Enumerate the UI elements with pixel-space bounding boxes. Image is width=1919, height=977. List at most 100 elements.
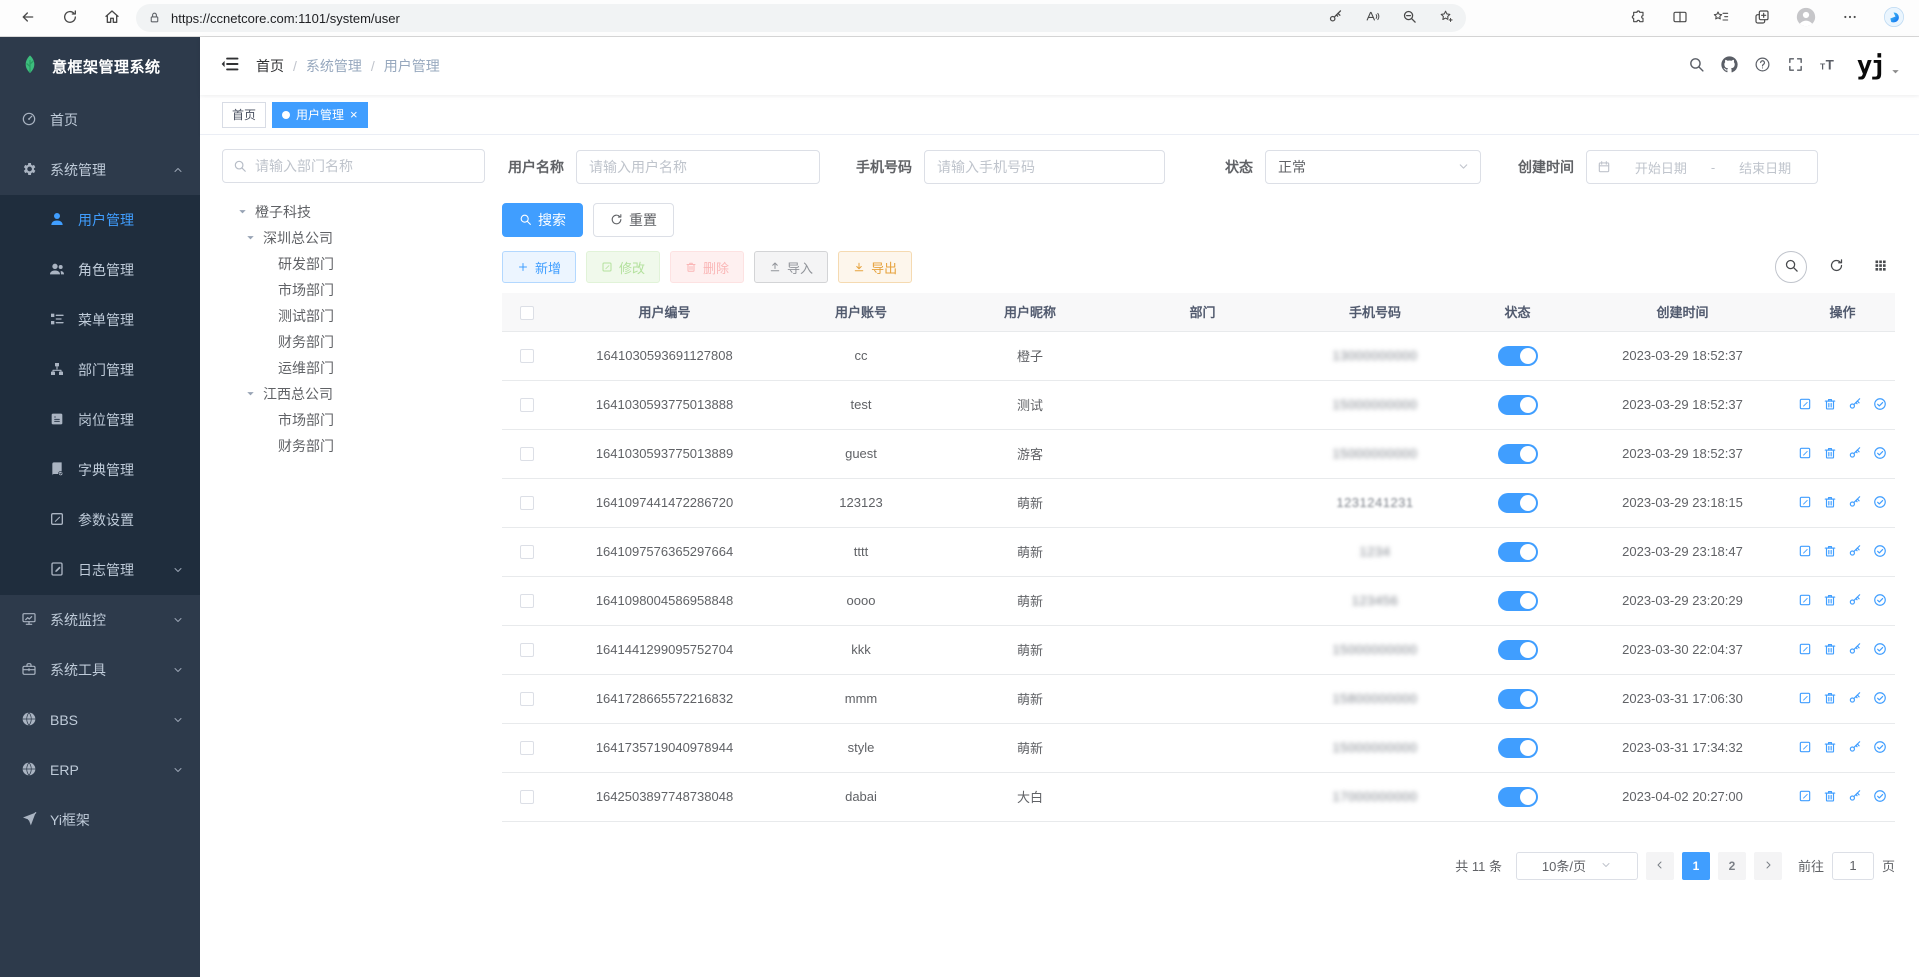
row-checkbox[interactable] [520,496,534,510]
breadcrumb-item[interactable]: 首页 [256,56,284,76]
row-checkbox[interactable] [520,643,534,657]
tree-node[interactable]: 市场部门 [222,277,485,303]
github-link[interactable] [1721,56,1738,76]
row-checkbox[interactable] [520,692,534,706]
row-checkbox[interactable] [520,447,534,461]
delete-button[interactable] [1823,740,1837,756]
search-button[interactable] [1688,56,1705,76]
edit-button[interactable] [1798,642,1812,658]
row-checkbox[interactable] [520,790,534,804]
collections-icon[interactable] [1754,9,1770,28]
select-all-checkbox[interactable] [520,306,534,320]
sidebar-item[interactable]: 系统工具 [0,645,200,695]
assign-role-button[interactable] [1873,397,1887,413]
edit-button[interactable] [1798,397,1812,413]
tree-node[interactable]: 测试部门 [222,303,485,329]
delete-button[interactable] [1823,642,1837,658]
close-icon[interactable]: × [350,108,358,121]
row-checkbox[interactable] [520,594,534,608]
dept-search-input[interactable] [223,150,484,182]
breadcrumb-item[interactable]: 用户管理 [384,56,440,76]
assign-role-button[interactable] [1873,593,1887,609]
page-button[interactable]: 1 [1682,852,1710,880]
sidebar-item[interactable]: 角色管理 [0,245,200,295]
delete-button[interactable]: 删除 [670,251,744,283]
delete-button[interactable] [1823,544,1837,560]
copilot-icon[interactable] [1883,5,1905,31]
edit-button[interactable] [1798,740,1812,756]
more-icon[interactable] [1842,9,1858,28]
status-toggle[interactable] [1498,444,1538,464]
caret-down-icon[interactable] [245,388,263,401]
reset-password-button[interactable] [1848,740,1862,756]
edit-button[interactable] [1798,446,1812,462]
reset-button[interactable]: 重置 [593,203,674,237]
status-toggle[interactable] [1498,640,1538,660]
sidebar-item[interactable]: BBS [0,695,200,745]
profile-avatar[interactable] [1795,5,1817,31]
sidebar-item[interactable]: 首页 [0,95,200,145]
goto-page-input[interactable] [1832,852,1874,880]
tree-node[interactable]: 研发部门 [222,251,485,277]
tree-node[interactable]: 深圳总公司 [222,225,485,251]
status-toggle[interactable] [1498,395,1538,415]
status-toggle[interactable] [1498,542,1538,562]
delete-button[interactable] [1823,593,1837,609]
tree-node[interactable]: 市场部门 [222,407,485,433]
export-button[interactable]: 导出 [838,251,912,283]
prev-page-button[interactable] [1646,852,1674,880]
sidebar-item[interactable]: 用户管理 [0,195,200,245]
column-settings-button[interactable] [1865,252,1895,282]
delete-button[interactable] [1823,446,1837,462]
reset-password-button[interactable] [1848,544,1862,560]
tree-node[interactable]: 运维部门 [222,355,485,381]
assign-role-button[interactable] [1873,495,1887,511]
delete-button[interactable] [1823,789,1837,805]
add-button[interactable]: 新增 [502,251,576,283]
caret-down-icon[interactable] [245,232,263,245]
delete-button[interactable] [1823,691,1837,707]
zoom-out-icon[interactable] [1402,9,1417,26]
tree-node[interactable]: 财务部门 [222,329,485,355]
user-avatar[interactable]: yj [1857,53,1901,79]
status-select[interactable]: 正常 [1265,150,1481,184]
assign-role-button[interactable] [1873,789,1887,805]
sidebar-item[interactable]: 参数设置 [0,495,200,545]
tab-tag[interactable]: 用户管理× [272,102,368,128]
key-icon[interactable] [1328,9,1343,26]
refresh-page-button[interactable] [62,9,78,28]
reset-password-button[interactable] [1848,446,1862,462]
reset-password-button[interactable] [1848,642,1862,658]
sidebar-item[interactable]: 系统监控 [0,595,200,645]
sidebar-item[interactable]: 日志管理 [0,545,200,595]
username-input[interactable] [577,151,819,183]
assign-role-button[interactable] [1873,691,1887,707]
extensions-icon[interactable] [1631,9,1647,28]
address-bar[interactable]: https://ccnetcore.com:1101/system/user [136,4,1466,32]
breadcrumb-item[interactable]: 系统管理 [306,56,362,76]
row-checkbox[interactable] [520,545,534,559]
caret-down-icon[interactable] [237,206,255,219]
read-aloud-icon[interactable] [1365,9,1380,26]
reset-password-button[interactable] [1848,593,1862,609]
created-daterange[interactable]: 开始日期 - 结束日期 [1586,150,1818,184]
tab-tag[interactable]: 首页 [222,102,266,128]
refresh-table-button[interactable] [1821,252,1851,282]
reset-password-button[interactable] [1848,495,1862,511]
modify-button[interactable]: 修改 [586,251,660,283]
row-checkbox[interactable] [520,741,534,755]
sidebar-item[interactable]: ERP [0,745,200,795]
sidebar-item[interactable]: 系统管理 [0,145,200,195]
home-button[interactable] [104,9,120,28]
row-checkbox[interactable] [520,398,534,412]
edit-button[interactable] [1798,544,1812,560]
page-button[interactable]: 2 [1718,852,1746,880]
sidebar-item[interactable]: Yi框架 [0,795,200,845]
phone-input[interactable] [925,151,1164,183]
reset-password-button[interactable] [1848,691,1862,707]
favorites-icon[interactable] [1713,9,1729,28]
tree-node[interactable]: 橙子科技 [222,199,485,225]
edit-button[interactable] [1798,495,1812,511]
edit-button[interactable] [1798,691,1812,707]
reset-password-button[interactable] [1848,397,1862,413]
